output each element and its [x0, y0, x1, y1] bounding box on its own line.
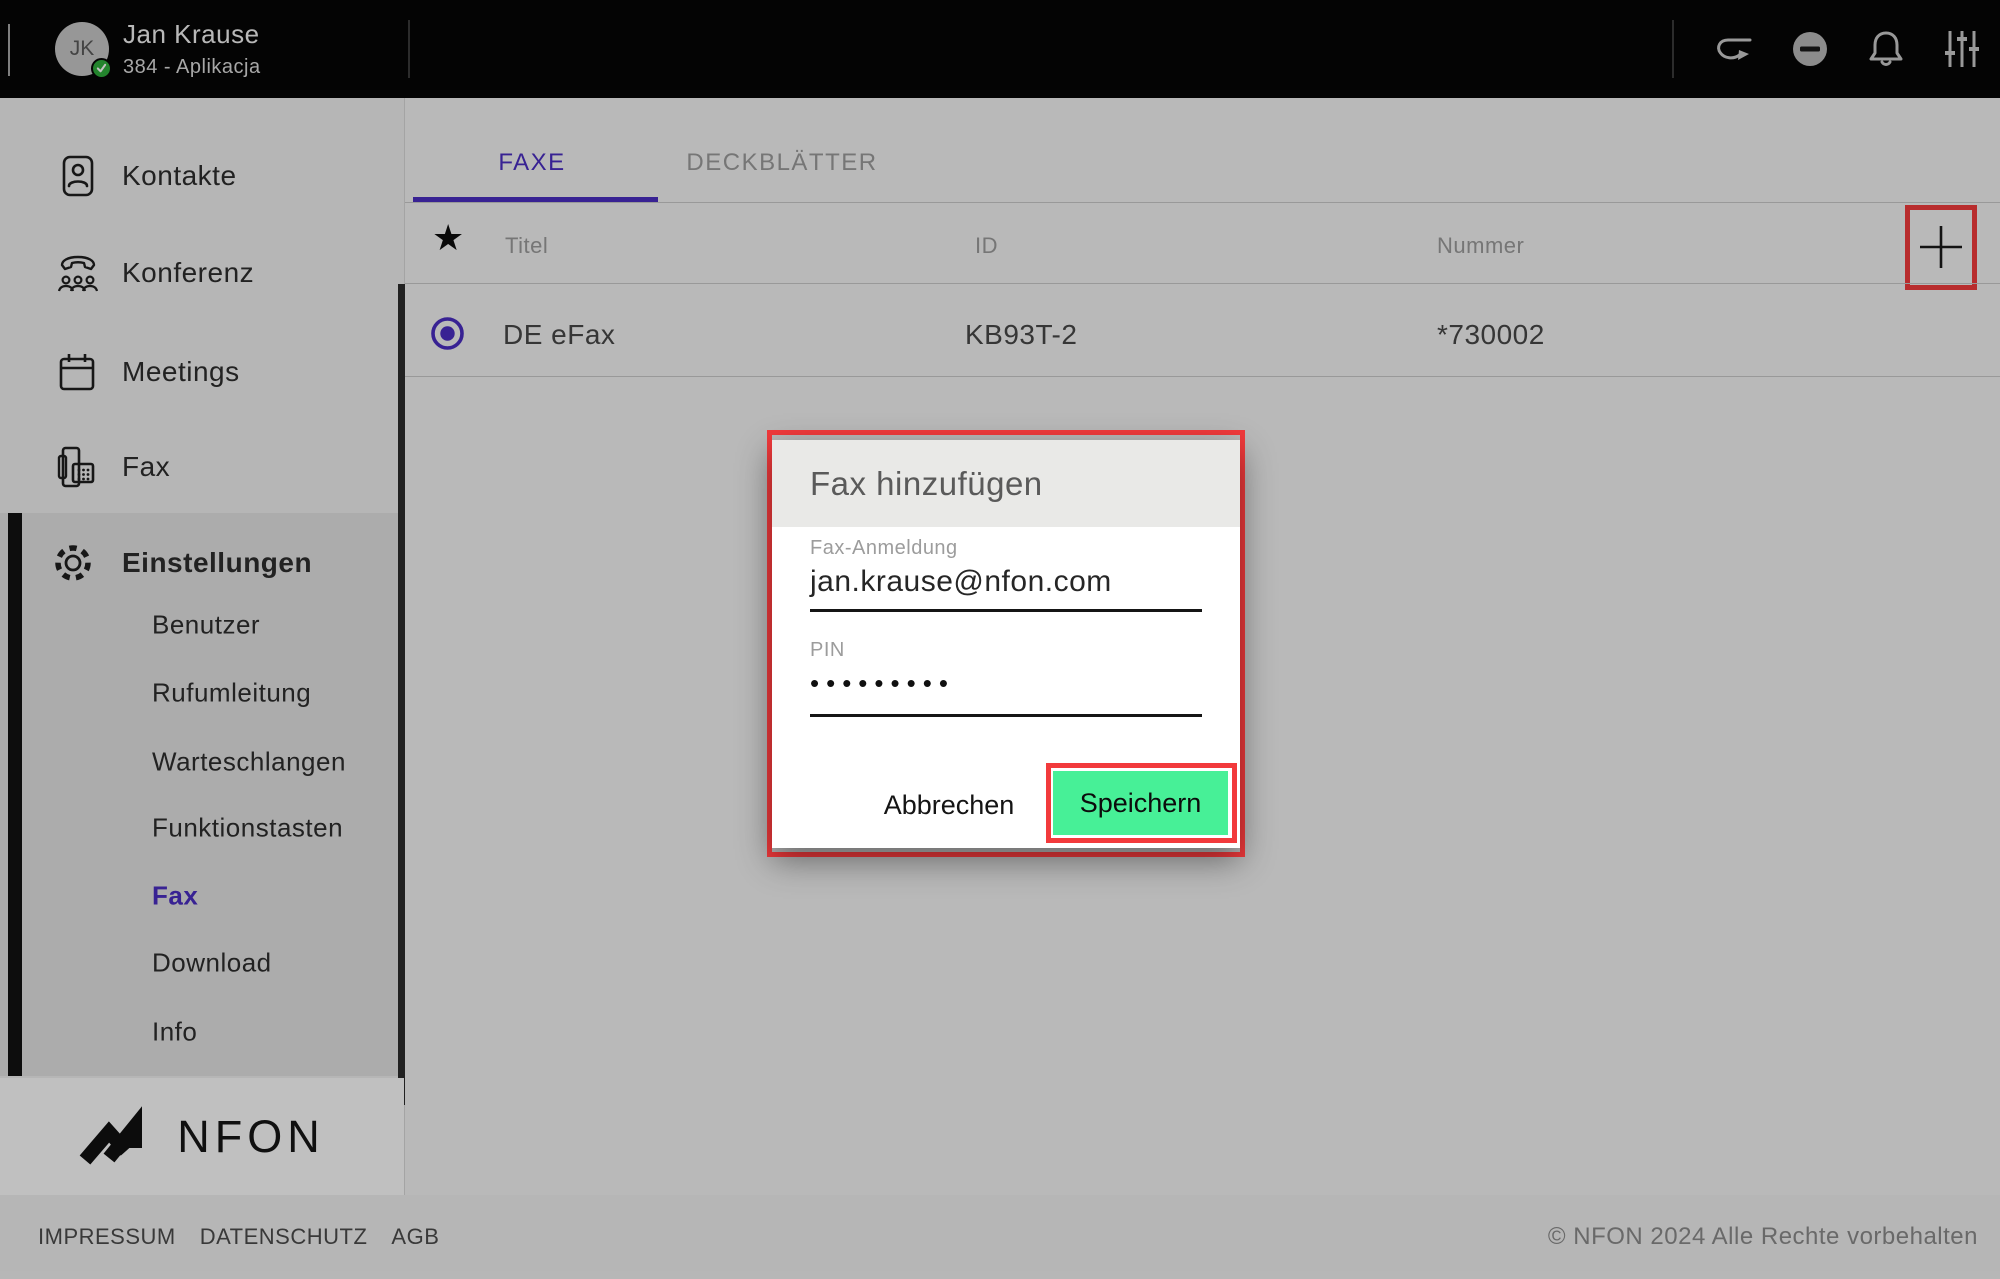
pin-label: PIN [810, 639, 845, 662]
input-underline [810, 714, 1202, 717]
fax-login-label: Fax-Anmeldung [810, 537, 958, 560]
pin-input[interactable]: ••••••••• [810, 668, 955, 699]
fax-login-input[interactable]: jan.krause@nfon.com [810, 565, 1112, 599]
add-fax-dialog: Fax hinzufügen Fax-Anmeldung jan.krause@… [772, 440, 1240, 848]
input-underline [810, 609, 1202, 612]
dialog-title: Fax hinzufügen [810, 440, 1043, 527]
dialog-header: Fax hinzufügen [772, 440, 1240, 527]
app-window: JK Jan Krause 384 - Aplikacja [0, 0, 2000, 1279]
save-button[interactable]: Speichern [1053, 771, 1228, 835]
cancel-button[interactable]: Abbrechen [869, 778, 1029, 832]
